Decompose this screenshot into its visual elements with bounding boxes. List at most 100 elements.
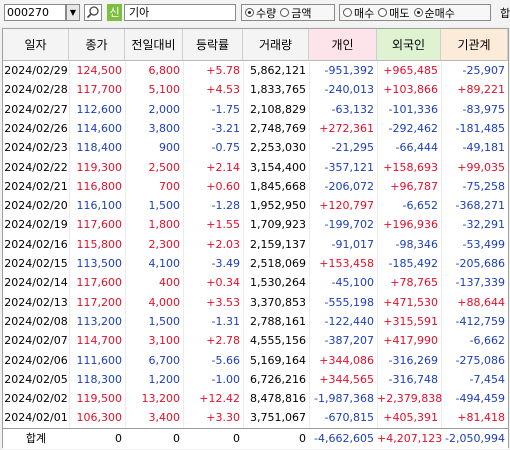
- unit-radio-group: 수량 금액: [241, 4, 335, 21]
- table-row[interactable]: 2024/02/26 114,600 3,800 -3.21 2,748,769 +272…: [3, 119, 508, 138]
- cell-individual: -91,017: [331, 237, 374, 251]
- cell-date: 2024/02/01: [4, 411, 68, 425]
- cell-date: 2024/02/26: [4, 121, 68, 135]
- radio-unselected-icon: [343, 8, 352, 17]
- cell-close: 113,500: [76, 257, 123, 270]
- radio-buy-label: 매수: [354, 6, 375, 20]
- cell-foreign: +315,591: [383, 314, 438, 328]
- cell-change: 5,100: [148, 83, 181, 97]
- table-row[interactable]: 2024/02/14 117,600 400 +0.34 1,530,264 -45,10…: [3, 273, 508, 292]
- header-close[interactable]: 종가: [69, 29, 125, 61]
- cell-close: 117,600: [76, 276, 123, 290]
- header-rate[interactable]: 등락률: [183, 29, 243, 61]
- table-row[interactable]: 2024/02/20 116,100 1,500 -1.28 1,952,950 +120…: [3, 196, 508, 215]
- new-listing-badge: 신: [107, 4, 122, 21]
- cell-close: 124,500: [76, 64, 123, 77]
- header-institution[interactable]: 기관계: [441, 29, 508, 61]
- search-icon: [86, 6, 99, 19]
- cell-individual: +344,086: [319, 353, 374, 367]
- table-row[interactable]: 2024/02/08 113,200 1,500 -1.31 2,788,161 -122…: [3, 312, 508, 331]
- cell-individual: -199,702: [324, 218, 374, 232]
- cell-date: 2024/02/21: [4, 179, 68, 193]
- radio-amount[interactable]: 금액: [280, 5, 312, 21]
- header-change[interactable]: 전일대비: [125, 29, 183, 61]
- cell-volume: 5,169,164: [250, 353, 306, 367]
- cell-volume: 1,845,668: [250, 179, 306, 193]
- table-row[interactable]: 2024/02/05 118,300 1,200 -1.00 6,726,216 +344…: [3, 370, 508, 389]
- table-row[interactable]: 2024/02/16 115,800 2,300 +2.03 2,159,137 -91,…: [3, 235, 508, 254]
- table-row[interactable]: 2024/02/15 113,500 4,100 -3.49 2,518,069 +153…: [3, 254, 508, 273]
- cell-rate: +5.78: [206, 64, 240, 77]
- cell-individual: -45,100: [331, 276, 374, 290]
- cell-individual: -555,198: [324, 295, 374, 309]
- summary-individual: -4,662,605: [314, 432, 374, 445]
- radio-buy[interactable]: 매수: [343, 5, 374, 21]
- table-row[interactable]: 2024/02/02 119,500 13,200 +12.42 8,478,816 -1…: [3, 389, 508, 408]
- cell-volume: 2,518,069: [250, 257, 306, 270]
- cell-close: 117,200: [76, 295, 123, 309]
- cell-change: 3,100: [148, 334, 181, 348]
- radio-net-buy-label: 순매수: [424, 6, 455, 20]
- chevron-down-icon[interactable]: ▼: [66, 4, 80, 21]
- table-row[interactable]: 2024/02/01 106,300 3,400 +3.30 3,751,067 -670…: [3, 408, 508, 427]
- cell-change: 1,500: [148, 199, 181, 213]
- cell-close: 119,500: [76, 392, 123, 406]
- cell-rate: -1.28: [211, 199, 240, 213]
- table-row[interactable]: 2024/02/06 111,600 6,700 -5.66 5,169,164 +344…: [3, 351, 508, 370]
- trade-radio-group: 매수 매도 순매수: [339, 4, 491, 21]
- cell-institution: -494,459: [455, 392, 505, 406]
- cell-rate: +1.55: [206, 218, 240, 232]
- table-row[interactable]: 2024/02/22 119,300 2,500 +2.14 3,154,400 -357…: [3, 158, 508, 177]
- radio-sell[interactable]: 매도: [378, 5, 410, 21]
- cell-individual: -240,013: [324, 83, 374, 97]
- table-row[interactable]: 2024/02/27 112,600 2,000 -1.75 2,108,829 -63,…: [3, 100, 508, 119]
- table-row[interactable]: 2024/02/07 114,700 3,100 +2.78 4,555,156 -387…: [3, 331, 508, 350]
- table-row[interactable]: 2024/02/19 117,600 1,800 +1.55 1,709,923 -199…: [3, 215, 508, 234]
- radio-net-buy[interactable]: 순매수: [413, 5, 455, 21]
- cell-rate: +2.14: [206, 160, 240, 174]
- cell-institution: -32,291: [462, 218, 505, 232]
- summary-label: 합계: [25, 432, 47, 445]
- cell-change: 6,700: [148, 353, 181, 367]
- header-volume[interactable]: 거래량: [243, 29, 309, 61]
- cell-volume: 1,709,923: [250, 218, 306, 232]
- table-row[interactable]: 2024/02/29 124,500 6,800 +5.78 5,862,121 -951…: [3, 61, 508, 80]
- table-row[interactable]: 2024/02/28 117,700 5,100 +4.53 1,833,765 -240…: [3, 80, 508, 99]
- cell-foreign: +158,693: [383, 160, 438, 174]
- radio-quantity[interactable]: 수량: [245, 5, 276, 21]
- search-button[interactable]: [84, 4, 102, 21]
- header-date[interactable]: 일자: [3, 29, 69, 61]
- cell-close: 117,600: [76, 218, 123, 232]
- cell-individual: +272,361: [319, 121, 374, 135]
- cell-rate: +12.42: [199, 392, 240, 406]
- cell-volume: 2,748,769: [250, 121, 306, 135]
- stock-code-input[interactable]: 000270: [4, 4, 66, 21]
- cell-date: 2024/02/19: [4, 218, 68, 232]
- header-foreign[interactable]: 외국인: [377, 29, 441, 61]
- cell-foreign: +78,765: [390, 276, 438, 290]
- cell-close: 114,600: [76, 121, 123, 135]
- cell-foreign: +405,391: [383, 411, 438, 425]
- cell-institution: -7,454: [469, 372, 505, 386]
- table-row[interactable]: 2024/02/21 116,800 700 +0.60 1,845,668 -206,0…: [3, 177, 508, 196]
- cell-close: 111,600: [76, 353, 123, 367]
- cell-foreign: -316,748: [388, 372, 438, 386]
- sum-toggle-label[interactable]: 합: [500, 5, 510, 21]
- cell-close: 119,300: [76, 160, 123, 174]
- cell-date: 2024/02/06: [4, 353, 68, 367]
- cell-close: 114,700: [76, 334, 123, 348]
- table-row[interactable]: 2024/02/13 117,200 4,000 +3.53 3,370,853 -555…: [3, 293, 508, 312]
- cell-close: 118,300: [76, 372, 123, 386]
- summary-volume: 0: [299, 432, 306, 445]
- cell-rate: -3.21: [211, 121, 240, 135]
- cell-volume: 2,108,829: [250, 102, 306, 116]
- cell-individual: -951,392: [324, 64, 374, 77]
- cell-rate: -1.31: [211, 314, 240, 328]
- header-individual[interactable]: 개인: [309, 29, 377, 61]
- cell-date: 2024/02/15: [4, 257, 68, 270]
- cell-volume: 1,833,765: [250, 83, 306, 97]
- cell-institution: -205,686: [455, 257, 505, 270]
- cell-date: 2024/02/20: [4, 199, 68, 213]
- table-row[interactable]: 2024/02/23 118,400 900 -0.75 2,253,030 -21,29…: [3, 138, 508, 157]
- cell-foreign: +417,990: [383, 334, 438, 348]
